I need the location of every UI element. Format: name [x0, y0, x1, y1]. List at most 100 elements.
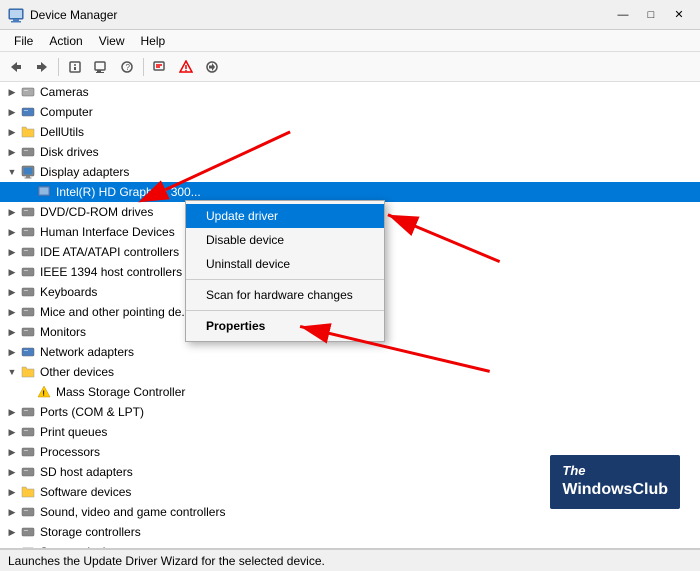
- expand-icon-otherdevices[interactable]: ▼: [4, 364, 20, 380]
- ctx-item-disabledevice[interactable]: Disable device: [186, 228, 384, 252]
- expand-icon-ieee[interactable]: ▶: [4, 264, 20, 280]
- tree-item-diskdrives[interactable]: ▶ Disk drives: [0, 142, 700, 162]
- expand-icon-printqueues[interactable]: ▶: [4, 424, 20, 440]
- item-label-sdhost: SD host adapters: [40, 465, 133, 479]
- expand-icon-mice[interactable]: ▶: [4, 304, 20, 320]
- expand-icon-keyboards[interactable]: ▶: [4, 284, 20, 300]
- expand-icon-storage[interactable]: ▶: [4, 524, 20, 540]
- item-label-dvdrom: DVD/CD-ROM drives: [40, 205, 153, 219]
- item-label-storage: Storage controllers: [40, 525, 141, 539]
- item-label-ports: Ports (COM & LPT): [40, 405, 144, 419]
- tree-item-intelhd[interactable]: Intel(R) HD Graphics 300...: [0, 182, 700, 202]
- tree-item-storage[interactable]: ▶ Storage controllers: [0, 522, 700, 542]
- item-icon-ide: [20, 244, 36, 260]
- logo-the: The: [562, 463, 668, 480]
- item-icon-ports: [20, 404, 36, 420]
- expand-icon-processors[interactable]: ▶: [4, 444, 20, 460]
- expand-icon-ports[interactable]: ▶: [4, 404, 20, 420]
- scan-button[interactable]: [89, 55, 113, 79]
- expand-icon-dvdrom[interactable]: ▶: [4, 204, 20, 220]
- toolbar-sep-2: [143, 58, 144, 76]
- ctx-sep-sep1: [186, 279, 384, 280]
- tree-item-displayadapters[interactable]: ▼Display adapters: [0, 162, 700, 182]
- tree-item-otherdevices[interactable]: ▼Other devices: [0, 362, 700, 382]
- uninstall-button[interactable]: [148, 55, 172, 79]
- item-icon-network: [20, 344, 36, 360]
- tree-item-network[interactable]: ▶Network adapters: [0, 342, 700, 362]
- item-icon-cameras: [20, 84, 36, 100]
- windows-club-logo: The WindowsClub: [550, 455, 680, 509]
- tree-item-dellutils[interactable]: ▶ DellUtils: [0, 122, 700, 142]
- ctx-item-properties[interactable]: Properties: [186, 314, 384, 338]
- window-controls: — □ ✕: [610, 5, 692, 25]
- item-icon-storage: [20, 524, 36, 540]
- menu-help[interactable]: Help: [133, 32, 174, 50]
- item-label-computer: Computer: [40, 105, 93, 119]
- expand-icon-ide[interactable]: ▶: [4, 244, 20, 260]
- tree-item-systemdevices[interactable]: ▶ System devices: [0, 542, 700, 549]
- expand-icon-hid[interactable]: ▶: [4, 224, 20, 240]
- item-icon-sdhost: [20, 464, 36, 480]
- expand-icon-sound[interactable]: ▶: [4, 504, 20, 520]
- item-icon-dellutils: [20, 124, 36, 140]
- ctx-item-uninstalldevice[interactable]: Uninstall device: [186, 252, 384, 276]
- expand-icon-monitors[interactable]: ▶: [4, 324, 20, 340]
- item-icon-displayadapters: [20, 164, 36, 180]
- item-label-systemdevices: System devices: [40, 545, 124, 549]
- expand-icon-cameras[interactable]: ▶: [4, 84, 20, 100]
- expand-icon-massStorage: [20, 384, 36, 400]
- menu-view[interactable]: View: [91, 32, 133, 50]
- item-label-ide: IDE ATA/ATAPI controllers: [40, 245, 179, 259]
- maximize-button[interactable]: □: [638, 5, 664, 25]
- item-icon-diskdrives: [20, 144, 36, 160]
- menu-bar: File Action View Help: [0, 30, 700, 52]
- item-label-massStorage: Mass Storage Controller: [56, 385, 185, 399]
- expand-icon-sdhost[interactable]: ▶: [4, 464, 20, 480]
- tree-item-computer[interactable]: ▶ Computer: [0, 102, 700, 122]
- item-label-software: Software devices: [40, 485, 131, 499]
- item-label-printqueues: Print queues: [40, 425, 107, 439]
- ctx-sep-sep2: [186, 310, 384, 311]
- expand-icon-network[interactable]: ▶: [4, 344, 20, 360]
- expand-icon-computer[interactable]: ▶: [4, 104, 20, 120]
- item-icon-hid: [20, 224, 36, 240]
- item-label-processors: Processors: [40, 445, 100, 459]
- update-button[interactable]: [200, 55, 224, 79]
- item-label-dellutils: DellUtils: [40, 125, 84, 139]
- forward-button[interactable]: [30, 55, 54, 79]
- logo-text: WindowsClub: [562, 480, 668, 501]
- minimize-button[interactable]: —: [610, 5, 636, 25]
- menu-file[interactable]: File: [6, 32, 41, 50]
- tree-item-printqueues[interactable]: ▶ Print queues: [0, 422, 700, 442]
- menu-action[interactable]: Action: [41, 32, 90, 50]
- title-bar: Device Manager — □ ✕: [0, 0, 700, 30]
- back-button[interactable]: [4, 55, 28, 79]
- main-content: ▶Cameras▶Computer▶DellUtils▶Disk drives▼…: [0, 82, 700, 549]
- tree-item-massStorage[interactable]: ! Mass Storage Controller: [0, 382, 700, 402]
- expand-icon-software[interactable]: ▶: [4, 484, 20, 500]
- toolbar-sep-1: [58, 58, 59, 76]
- close-button[interactable]: ✕: [666, 5, 692, 25]
- ctx-item-updatedriver[interactable]: Update driver: [186, 204, 384, 228]
- expand-icon-systemdevices[interactable]: ▶: [4, 544, 20, 549]
- help-button[interactable]: ?: [115, 55, 139, 79]
- ctx-item-scanchanges[interactable]: Scan for hardware changes: [186, 283, 384, 307]
- item-icon-dvdrom: [20, 204, 36, 220]
- status-text: Launches the Update Driver Wizard for th…: [8, 554, 325, 568]
- expand-icon-diskdrives[interactable]: ▶: [4, 144, 20, 160]
- item-icon-sound: [20, 504, 36, 520]
- expand-icon-displayadapters[interactable]: ▼: [4, 164, 20, 180]
- context-menu: Update driverDisable deviceUninstall dev…: [185, 200, 385, 342]
- item-label-hid: Human Interface Devices: [40, 225, 175, 239]
- item-label-intelhd: Intel(R) HD Graphics 300...: [56, 185, 201, 199]
- svg-text:!: !: [43, 391, 45, 398]
- tree-item-cameras[interactable]: ▶Cameras: [0, 82, 700, 102]
- item-icon-mice: [20, 304, 36, 320]
- item-label-ieee: IEEE 1394 host controllers: [40, 265, 182, 279]
- properties-button[interactable]: [63, 55, 87, 79]
- disable-button[interactable]: [174, 55, 198, 79]
- expand-icon-dellutils[interactable]: ▶: [4, 124, 20, 140]
- item-label-diskdrives: Disk drives: [40, 145, 99, 159]
- tree-item-ports[interactable]: ▶ Ports (COM & LPT): [0, 402, 700, 422]
- app-icon: [8, 7, 24, 23]
